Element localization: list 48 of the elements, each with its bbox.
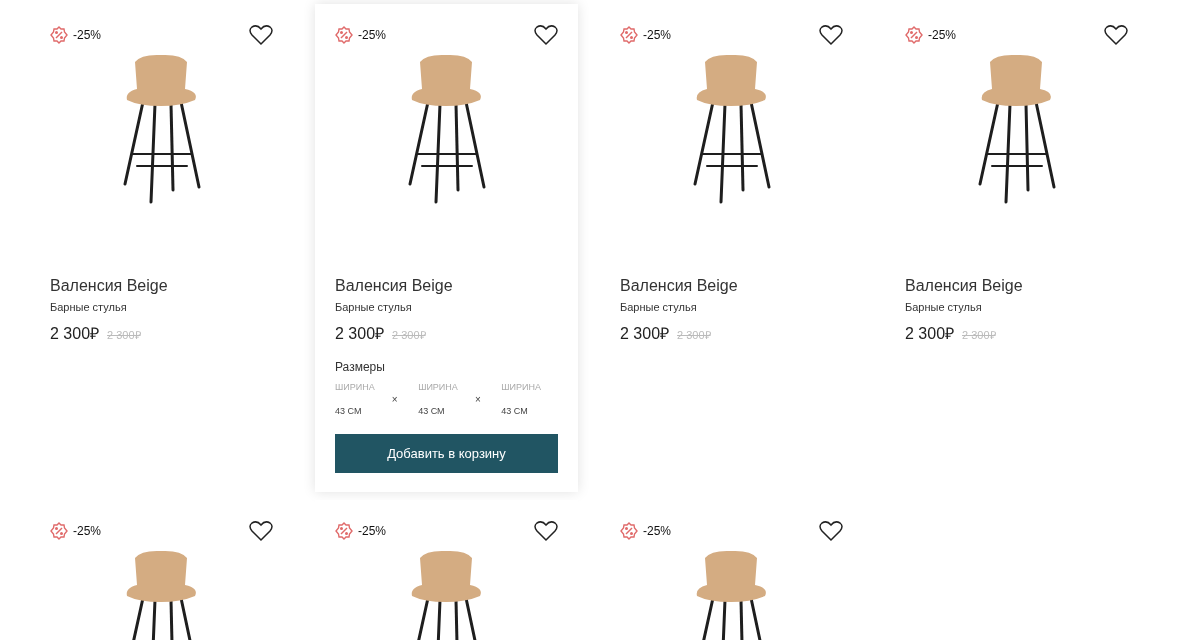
- discount-label: -25%: [928, 28, 956, 42]
- product-category: Барные стулья: [335, 301, 413, 313]
- product-price: 2 300₽: [335, 324, 385, 344]
- discount-icon: [335, 522, 353, 540]
- discount-icon: [50, 26, 68, 44]
- size-value: 43 СМ: [418, 406, 446, 416]
- add-to-cart-button[interactable]: Добавить в корзину: [335, 434, 558, 473]
- discount-icon: [50, 522, 68, 540]
- discount-icon: [620, 26, 638, 44]
- discount-label: -25%: [358, 524, 386, 538]
- size-label: ШИРИНА: [335, 382, 376, 392]
- product-name[interactable]: Валенсия Beige: [50, 277, 273, 295]
- discount-icon: [335, 26, 353, 44]
- old-price: 2 300₽: [392, 328, 426, 342]
- favorite-heart-icon[interactable]: [534, 24, 558, 46]
- product-name[interactable]: Валенсия Beige: [335, 277, 558, 295]
- favorite-heart-icon[interactable]: [249, 24, 273, 46]
- product-category: Барные стулья: [905, 301, 983, 313]
- size-label: ШИРИНА: [418, 382, 459, 392]
- discount-label: -25%: [358, 28, 386, 42]
- old-price: 2 300₽: [962, 328, 996, 342]
- size-value: 43 СМ: [501, 406, 529, 416]
- times-sign: ×: [391, 393, 399, 405]
- favorite-heart-icon[interactable]: [819, 24, 843, 46]
- size-value: 43 СМ: [335, 406, 363, 416]
- product-card[interactable]: -25% Валенсия Beige Барные стулья 2 300₽ 2 300₽ Размеры ШИРИНА 43 СМ × ШИРИНА 43 СМ × ШИРИНА 43 СМ Добавить в корзину: [315, 4, 578, 492]
- discount-icon: [905, 26, 923, 44]
- favorite-heart-icon[interactable]: [534, 520, 558, 542]
- product-name[interactable]: Валенсия Beige: [905, 277, 1128, 295]
- times-sign: ×: [474, 393, 482, 405]
- favorite-heart-icon[interactable]: [249, 520, 273, 542]
- discount-label: -25%: [73, 28, 101, 42]
- favorite-heart-icon[interactable]: [819, 520, 843, 542]
- old-price: 2 300₽: [677, 328, 711, 342]
- size-label: ШИРИНА: [501, 382, 542, 392]
- sizes-title: Размеры: [335, 360, 386, 374]
- product-price: 2 300₽: [620, 324, 670, 344]
- discount-icon: [620, 522, 638, 540]
- discount-label: -25%: [643, 524, 671, 538]
- product-category: Барные стулья: [50, 301, 128, 313]
- product-category: Барные стулья: [620, 301, 698, 313]
- discount-label: -25%: [73, 524, 101, 538]
- discount-label: -25%: [643, 28, 671, 42]
- product-name[interactable]: Валенсия Beige: [620, 277, 843, 295]
- favorite-heart-icon[interactable]: [1104, 24, 1128, 46]
- product-price: 2 300₽: [50, 324, 100, 344]
- old-price: 2 300₽: [107, 328, 141, 342]
- product-price: 2 300₽: [905, 324, 955, 344]
